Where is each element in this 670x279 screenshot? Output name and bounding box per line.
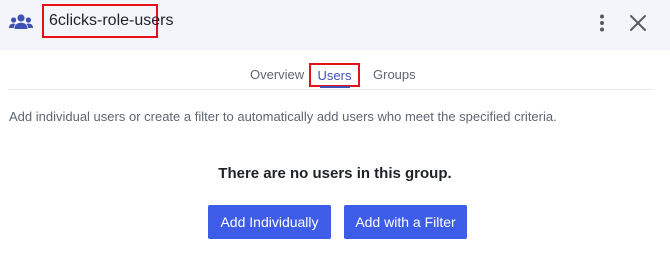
tab-bar: Overview Users Groups (0, 50, 670, 90)
tab-divider (8, 89, 654, 90)
dialog-header: 6clicks-role-users (0, 0, 670, 50)
group-users-icon (9, 14, 33, 29)
active-tab-indicator (320, 86, 350, 88)
tab-users[interactable]: Users (309, 63, 360, 87)
users-helper-text: Add individual users or create a filter … (9, 109, 557, 124)
more-vertical-icon[interactable] (596, 13, 608, 33)
tab-overview[interactable]: Overview (250, 67, 304, 82)
group-title-highlight: 6clicks-role-users (42, 4, 173, 38)
tab-users-label: Users (317, 67, 352, 83)
tab-groups[interactable]: Groups (373, 67, 416, 82)
add-with-filter-button[interactable]: Add with a Filter (344, 205, 467, 239)
close-icon[interactable] (628, 13, 648, 33)
group-title: 6clicks-role-users (49, 12, 174, 29)
add-individually-button[interactable]: Add Individually (208, 205, 331, 239)
empty-state-message: There are no users in this group. (218, 165, 452, 182)
